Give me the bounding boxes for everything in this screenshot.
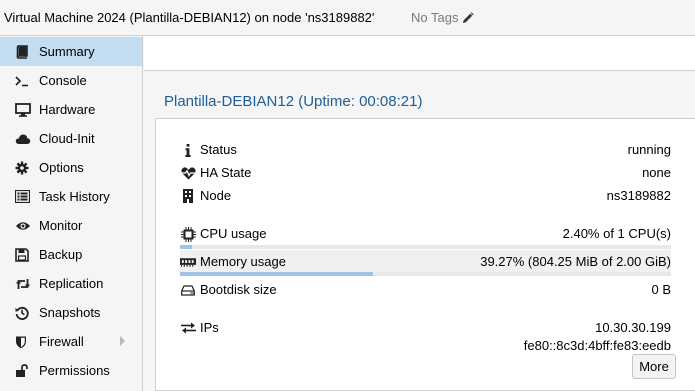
sidebar-item-label: Hardware — [39, 102, 96, 117]
status-label: Status — [200, 142, 237, 157]
sidebar-item-label: Firewall — [39, 334, 84, 349]
node-label: Node — [200, 188, 232, 203]
tags-editor[interactable]: No Tags — [411, 10, 475, 25]
sidebar-item-label: Cloud-Init — [39, 131, 95, 146]
sidebar-item-hardware[interactable]: Hardware — [0, 95, 142, 124]
bootdisk-label: Bootdisk size — [200, 282, 277, 297]
sidebar-item-cloud-init[interactable]: Cloud-Init — [0, 124, 142, 153]
memory-icon — [180, 254, 196, 270]
tags-label: No Tags — [411, 10, 459, 25]
sidebar-item-permissions[interactable]: Permissions — [0, 356, 142, 385]
status-row: Status running — [180, 141, 671, 159]
cpu-progress-bar — [180, 245, 671, 249]
cpu-icon — [180, 226, 196, 242]
cpu-progress-fill — [180, 245, 192, 249]
sidebar-item-replication[interactable]: Replication — [0, 269, 142, 298]
toolbar — [144, 36, 695, 71]
sidebar-item-snapshots[interactable]: Snapshots — [0, 298, 142, 327]
memory-progress-fill — [180, 272, 373, 276]
list-icon — [15, 189, 33, 205]
sidebar-item-label: Task History — [39, 189, 110, 204]
terminal-icon — [15, 73, 33, 89]
bootdisk-value: 0 B — [651, 282, 671, 297]
sidebar-item-label: Replication — [39, 276, 104, 291]
gear-icon — [15, 160, 33, 176]
info-icon — [180, 142, 196, 158]
sidebar-item-label: Options — [39, 160, 84, 175]
sidebar-item-label: Snapshots — [39, 305, 101, 320]
sidebar-item-summary[interactable]: Summary — [0, 37, 142, 66]
node-row: Node ns3189882 — [180, 187, 671, 205]
node-value: ns3189882 — [606, 188, 671, 203]
ha-state-label: HA State — [200, 165, 252, 180]
cloud-icon — [15, 131, 33, 147]
sidebar-item-label: Console — [39, 73, 87, 88]
sidebar-item-label: Monitor — [39, 218, 83, 233]
status-value: running — [627, 142, 671, 157]
panel-header: Plantilla-DEBIAN12 (Uptime: 00:08:21) — [144, 82, 695, 119]
unlock-icon — [15, 363, 33, 379]
heartbeat-icon — [180, 165, 196, 181]
sidebar-item-label: Summary — [39, 44, 95, 59]
sidebar-item-monitor[interactable]: Monitor — [0, 211, 142, 240]
floppy-icon — [15, 247, 33, 263]
ip-address: 10.30.30.199 — [595, 320, 671, 335]
bootdisk-row: Bootdisk size 0 B — [180, 281, 671, 299]
eye-icon — [15, 218, 33, 234]
shield-icon — [15, 334, 33, 350]
vm-title: Virtual Machine 2024 (Plantilla-DEBIAN12… — [4, 10, 375, 25]
cpu-value: 2.40% of 1 CPU(s) — [562, 226, 671, 241]
ips-label: IPs — [200, 320, 219, 335]
ha-state-value: none — [642, 165, 671, 180]
cpu-row: CPU usage 2.40% of 1 CPU(s) — [180, 225, 671, 243]
memory-row: Memory usage 39.27% (804.25 MiB of 2.00 … — [180, 253, 671, 271]
hdd-icon — [180, 282, 196, 298]
ips-row: IPs 10.30.30.199 fe80::8c3d:4bff:fe83:ee… — [180, 319, 671, 357]
cpu-label: CPU usage — [200, 226, 267, 241]
monitor-icon — [15, 102, 33, 118]
sidebar-item-firewall[interactable]: Firewall — [0, 327, 142, 356]
sidebar-item-console[interactable]: Console — [0, 66, 142, 95]
sidebar-item-label: Backup — [39, 247, 83, 262]
panel-title: Plantilla-DEBIAN12 (Uptime: 00:08:21) — [164, 93, 423, 110]
building-icon — [180, 188, 196, 204]
sidebar: Summary Console Hardware Cloud-Init Opti… — [0, 36, 143, 391]
pencil-icon[interactable] — [462, 11, 475, 24]
retweet-icon — [15, 276, 33, 292]
summary-content: Plantilla-DEBIAN12 (Uptime: 00:08:21) St… — [144, 71, 695, 391]
sidebar-item-task-history[interactable]: Task History — [0, 182, 142, 211]
ha-state-row: HA State none — [180, 164, 671, 182]
submenu-arrow-icon — [120, 336, 125, 346]
more-ips-button[interactable]: More — [632, 354, 676, 379]
sidebar-item-backup[interactable]: Backup — [0, 240, 142, 269]
exchange-icon — [180, 320, 196, 336]
sidebar-item-options[interactable]: Options — [0, 153, 142, 182]
sidebar-item-label: Permissions — [39, 363, 110, 378]
status-panel: Status running HA State none Node ns3189… — [155, 118, 695, 391]
top-bar: Virtual Machine 2024 (Plantilla-DEBIAN12… — [0, 0, 695, 36]
book-icon — [15, 44, 33, 60]
memory-progress-bar — [180, 272, 671, 276]
memory-value: 39.27% (804.25 MiB of 2.00 GiB) — [480, 254, 671, 269]
ip-address: fe80::8c3d:4bff:fe83:eedb — [523, 338, 671, 353]
history-icon — [15, 305, 33, 321]
memory-label: Memory usage — [200, 254, 286, 269]
